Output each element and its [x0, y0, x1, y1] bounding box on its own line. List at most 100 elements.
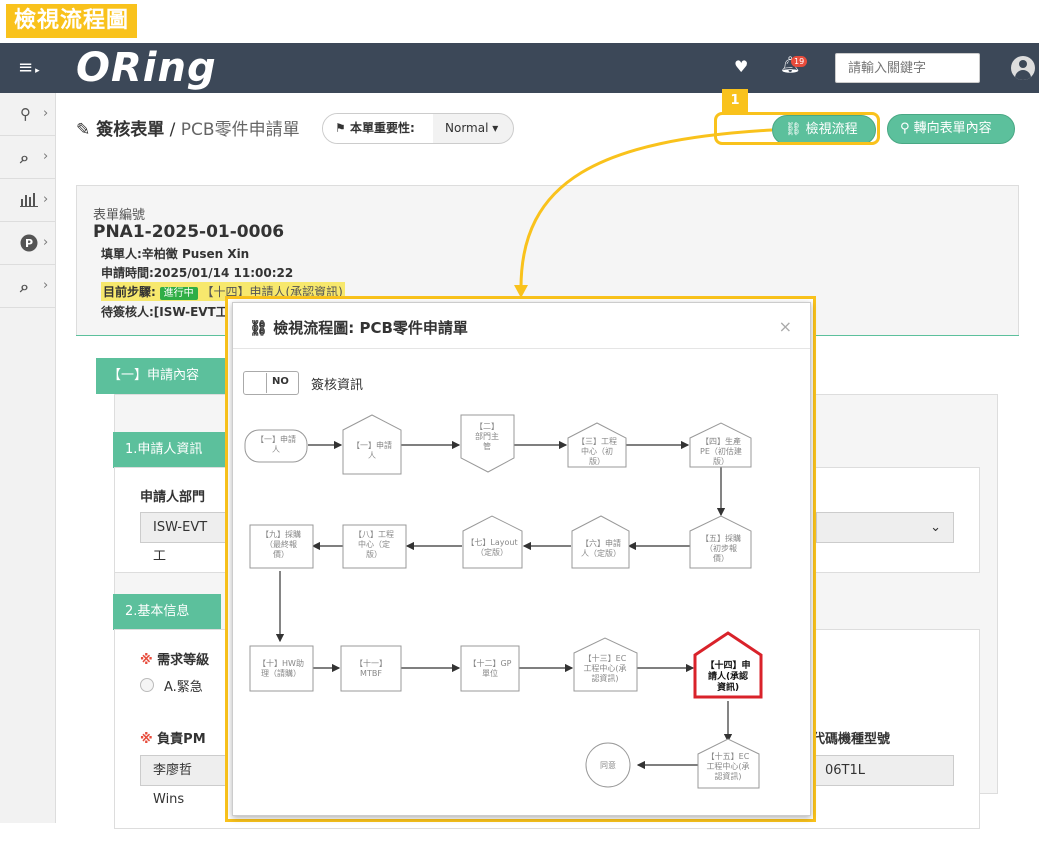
- left-sidebar: ⚲ › ⌕ › › P › ⌕ ›: [0, 93, 56, 823]
- svg-text:版）: 版）: [589, 456, 605, 466]
- search-input[interactable]: [835, 53, 980, 83]
- form-number: PNA1-2025-01-0006: [93, 222, 285, 242]
- chevron-right-icon: ›: [43, 235, 49, 250]
- menu-toggle-icon[interactable]: ≡ ▸: [18, 57, 40, 82]
- pm-input[interactable]: 李廖哲 Wins: [140, 755, 230, 807]
- svg-text:工程中心(承: 工程中心(承: [706, 761, 749, 771]
- svg-text:MTBF: MTBF: [360, 669, 382, 678]
- search-icon: ⌕: [20, 277, 29, 296]
- notification-badge: 19: [791, 56, 808, 67]
- close-icon[interactable]: ×: [779, 317, 792, 336]
- dept-select-caret[interactable]: ⌄: [816, 512, 954, 543]
- svg-text:【七】Layout: 【七】Layout: [466, 538, 517, 547]
- sidebar-item-reports[interactable]: ›: [0, 179, 55, 222]
- svg-text:【十二】GP: 【十二】GP: [468, 658, 511, 668]
- chevron-right-icon: ›: [43, 192, 49, 207]
- svg-text:中心（初: 中心（初: [581, 446, 613, 456]
- lightbulb-icon: ⚲: [900, 121, 914, 136]
- flowchart-modal: ⛓ 檢視流程圖: PCB零件申請單 × NO 簽核資訊 【一】申請 人 【一】申…: [232, 302, 811, 816]
- sidebar-item-search-2[interactable]: ⌕ ›: [0, 265, 55, 308]
- svg-text:（初步報: （初步報: [705, 543, 737, 553]
- svg-text:版）: 版）: [713, 456, 729, 466]
- svg-text:【六】申請: 【六】申請: [581, 538, 621, 548]
- search-icon: ⌕: [20, 148, 29, 167]
- go-to-form-button[interactable]: ⚲ 轉向表單內容頁: [887, 114, 1015, 164]
- step-status-badge: 進行中: [159, 287, 198, 300]
- flowchart-button-highlight: [714, 112, 880, 145]
- level-radio[interactable]: [140, 678, 154, 692]
- svg-text:人: 人: [368, 451, 376, 460]
- svg-text:單位: 單位: [482, 668, 498, 678]
- modal-title: ⛓ 檢視流程圖: PCB零件申請單: [249, 319, 468, 337]
- sign-info-label: 簽核資訊: [311, 378, 364, 393]
- sidebar-item-ideas[interactable]: ⚲ ›: [0, 93, 55, 136]
- svg-text:P: P: [25, 237, 33, 250]
- heart-icon[interactable]: ♥: [734, 57, 748, 76]
- model-label: 代碼機種型號: [812, 732, 891, 747]
- svg-text:【十四】申: 【十四】申: [705, 659, 750, 671]
- svg-text:版）: 版）: [366, 549, 382, 559]
- level-label: ※ 需求等級: [140, 653, 210, 668]
- svg-text:認資訊): 認資訊): [591, 673, 618, 683]
- p-circle-icon: P: [20, 234, 38, 256]
- oring-logo: ORing: [76, 45, 217, 91]
- chevron-right-icon: ›: [43, 149, 49, 164]
- svg-text:【五】採購: 【五】採購: [701, 533, 741, 543]
- svg-text:【十一】: 【十一】: [355, 658, 387, 668]
- svg-text:人: 人: [272, 445, 280, 454]
- sitemap-icon: ⛓: [249, 319, 274, 337]
- sidebar-item-search[interactable]: ⌕ ›: [0, 136, 55, 179]
- svg-text:【十三】EC: 【十三】EC: [584, 653, 627, 663]
- lightbulb-icon: ⚲: [20, 105, 31, 123]
- importance-dropdown[interactable]: ⚑ 本單重要性: Normal ▾: [322, 113, 514, 144]
- sign-info-toggle[interactable]: NO: [243, 371, 299, 395]
- svg-text:資訊): 資訊): [717, 681, 739, 693]
- level-option-label: A.緊急: [164, 680, 203, 695]
- svg-text:【十】HW助: 【十】HW助: [258, 658, 304, 668]
- filler-info: 填單人:辛柏徵 Pusen Xin: [101, 247, 250, 261]
- dept-select[interactable]: ISW-EVT工: [140, 512, 230, 564]
- svg-text:管: 管: [483, 441, 491, 451]
- svg-text:認資訊): 認資訊): [714, 771, 741, 781]
- chevron-right-icon: ›: [43, 106, 49, 121]
- caret-down-icon: ▾: [492, 121, 499, 135]
- sub-tab-applicant[interactable]: 1.申請人資訊: [113, 432, 233, 468]
- svg-text:PE（初估建: PE（初估建: [700, 446, 742, 456]
- top-navbar: ≡ ▸ ORing ♥ 🔔︎ 19: [0, 43, 1039, 93]
- dept-label: 申請人部門: [140, 490, 206, 505]
- svg-text:【一】申請: 【一】申請: [352, 440, 392, 450]
- svg-text:（定版）: （定版）: [476, 547, 508, 557]
- svg-text:【八】工程: 【八】工程: [354, 530, 394, 539]
- svg-text:【一】申請: 【一】申請: [256, 434, 296, 444]
- pm-label: ※ 負責PM: [140, 732, 206, 747]
- page-title: ✎ 簽核表單 / PCB零件申請單: [76, 120, 300, 140]
- svg-text:中心（定: 中心（定: [358, 539, 390, 549]
- edit-icon: ✎: [76, 120, 91, 140]
- flowchart-diagram: 【一】申請人 【一】申請人 【二】部門主管 【三】工程中心（初版） 【四】生產P…: [244, 414, 763, 789]
- form-number-label: 表單編號: [93, 208, 146, 223]
- section-tab-1[interactable]: 【一】申請內容: [96, 358, 246, 394]
- flowchart-modal-highlight: ⛓ 檢視流程圖: PCB零件申請單 × NO 簽核資訊 【一】申請 人 【一】申…: [225, 296, 816, 822]
- user-avatar-icon[interactable]: [1011, 56, 1035, 80]
- svg-text:【十五】EC: 【十五】EC: [707, 751, 750, 761]
- bar-chart-icon: [20, 191, 38, 211]
- svg-text:人（定版）: 人（定版）: [581, 548, 621, 558]
- svg-text:價）: 價）: [273, 550, 289, 559]
- svg-text:工程中心(承: 工程中心(承: [583, 663, 626, 673]
- chevron-right-icon: ›: [43, 278, 49, 293]
- svg-text:【三】工程: 【三】工程: [577, 437, 617, 446]
- importance-value: Normal: [445, 121, 489, 135]
- sidebar-item-p[interactable]: P ›: [0, 222, 55, 265]
- sub-tab-basic[interactable]: 2.基本信息: [113, 594, 221, 630]
- svg-text:【二】: 【二】: [475, 422, 499, 431]
- apply-time: 申請時間:2025/01/14 11:00:22: [101, 266, 294, 280]
- svg-text:請人(承認: 請人(承認: [708, 670, 748, 682]
- model-input[interactable]: 06T1L: [812, 755, 954, 786]
- svg-text:理（請購）: 理（請購）: [261, 668, 301, 678]
- svg-text:【四】生產: 【四】生產: [701, 436, 741, 446]
- svg-text:同意: 同意: [600, 760, 616, 770]
- document-title: 檢視流程圖: [6, 4, 138, 38]
- flag-icon: ⚑: [335, 121, 350, 135]
- svg-text:部門主: 部門主: [475, 431, 499, 441]
- callout-number-1: 1: [722, 89, 748, 113]
